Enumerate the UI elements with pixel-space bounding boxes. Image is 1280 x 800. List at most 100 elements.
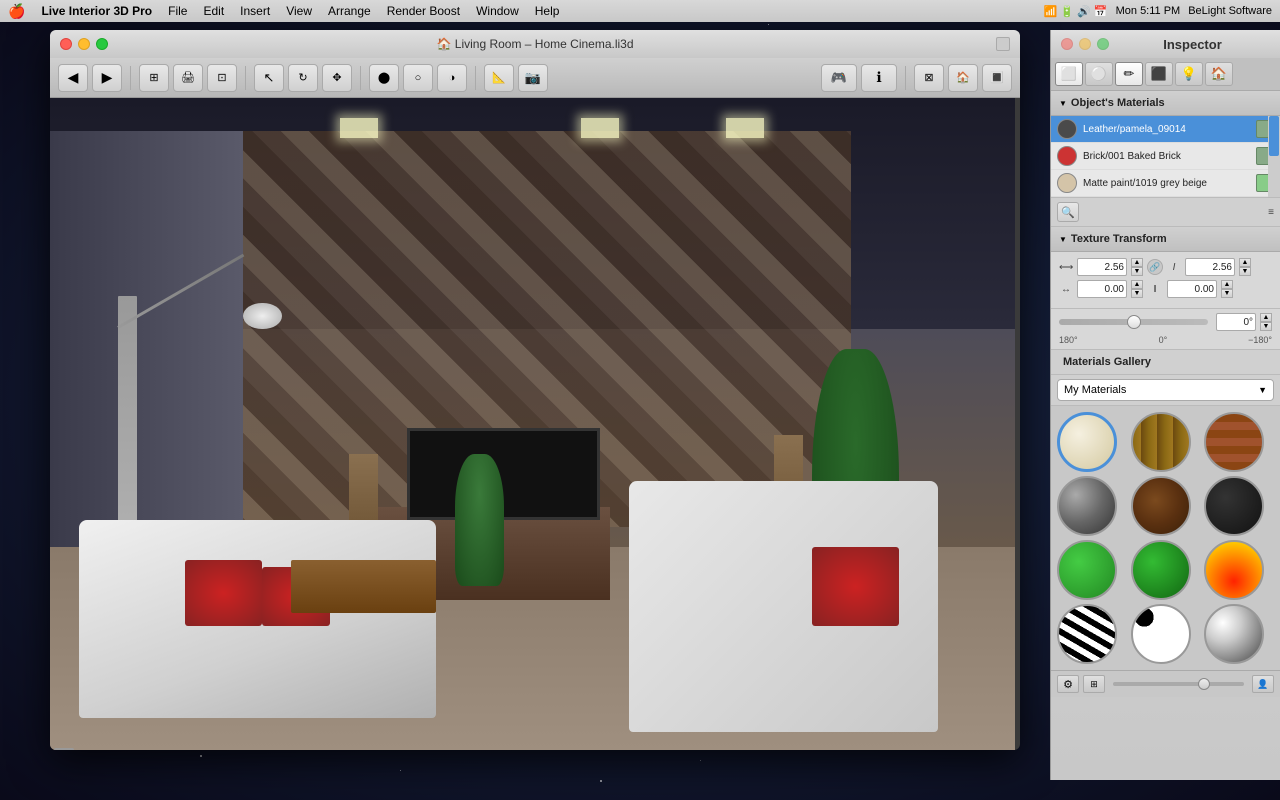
- ceiling-light-3: [726, 118, 765, 138]
- rotation-value-input[interactable]: [1216, 313, 1256, 331]
- gallery-dropdown-value: My Materials: [1064, 384, 1126, 396]
- material-item-1[interactable]: Brick/001 Baked Brick: [1051, 143, 1280, 170]
- info-button[interactable]: ℹ: [861, 64, 897, 92]
- material-name-1: Brick/001 Baked Brick: [1083, 151, 1250, 162]
- rotation-up[interactable]: ▲: [1260, 313, 1272, 322]
- rotation-label-left: 180°: [1059, 335, 1078, 345]
- menu-app-name[interactable]: Live Interior 3D Pro: [41, 4, 152, 18]
- apple-menu[interactable]: 🍎: [8, 3, 25, 20]
- dropdown-arrow-icon: ▼: [1258, 385, 1267, 395]
- material-ball-brick[interactable]: [1204, 412, 1264, 472]
- floor-plan-button[interactable]: ⊞: [139, 64, 169, 92]
- rotation-label-right: −180°: [1248, 335, 1272, 345]
- tab-edit[interactable]: ✏: [1115, 62, 1143, 86]
- material-ball-chrome[interactable]: [1204, 604, 1264, 664]
- tab-texture[interactable]: ⬛: [1145, 62, 1173, 86]
- size-slider[interactable]: [1113, 682, 1244, 686]
- size-slider-thumb[interactable]: [1198, 678, 1210, 690]
- menu-help[interactable]: Help: [535, 4, 560, 18]
- scale-x-up[interactable]: ▲: [1131, 258, 1143, 267]
- offset-y-down[interactable]: ▼: [1221, 289, 1233, 298]
- material-ball-green2[interactable]: [1131, 540, 1191, 600]
- 3d-view-button[interactable]: 🎮: [821, 64, 857, 92]
- menu-file[interactable]: File: [168, 4, 187, 18]
- move-button[interactable]: ✥: [322, 64, 352, 92]
- material-ball-fire[interactable]: [1204, 540, 1264, 600]
- gallery-dropdown[interactable]: My Materials ▼: [1057, 379, 1274, 401]
- tab-sphere[interactable]: ⚪: [1085, 62, 1113, 86]
- arc-lamp-head: [243, 303, 282, 329]
- menu-window[interactable]: Window: [476, 4, 519, 18]
- arc-button[interactable]: ◑: [437, 64, 467, 92]
- scale-x-input[interactable]: [1077, 258, 1127, 276]
- material-ball-metal1[interactable]: [1057, 476, 1117, 536]
- scale-x-down[interactable]: ▼: [1131, 267, 1143, 276]
- viewport-scroll-indicator[interactable]: [54, 748, 74, 750]
- inspector-maximize[interactable]: [1097, 38, 1109, 50]
- tools-menu-icon[interactable]: ≡: [1268, 207, 1274, 218]
- material-ball-wood1[interactable]: [1131, 412, 1191, 472]
- viewport[interactable]: [50, 98, 1015, 750]
- rotation-track[interactable]: [1059, 319, 1208, 325]
- render-button[interactable]: 🖨: [173, 64, 203, 92]
- scale-y-down[interactable]: ▼: [1239, 267, 1251, 276]
- maximize-button[interactable]: [96, 38, 108, 50]
- material-swatch-1: [1057, 146, 1077, 166]
- material-ball-dark[interactable]: [1204, 476, 1264, 536]
- select-button[interactable]: ↖: [254, 64, 284, 92]
- material-ball-wood2[interactable]: [1131, 476, 1191, 536]
- home-view-button[interactable]: 🏠: [948, 64, 978, 92]
- materials-scrollbar[interactable]: [1268, 116, 1280, 197]
- camera-button[interactable]: 📷: [518, 64, 548, 92]
- offset-x-up[interactable]: ▲: [1131, 280, 1143, 289]
- offset-y-up[interactable]: ▲: [1221, 280, 1233, 289]
- scale-link[interactable]: 🔗: [1147, 259, 1163, 275]
- material-ball-dalmatian[interactable]: [1131, 604, 1191, 664]
- material-ball-zebra[interactable]: [1057, 604, 1117, 664]
- rotate-button[interactable]: ↻: [288, 64, 318, 92]
- close-button[interactable]: [60, 38, 72, 50]
- material-ball-green1[interactable]: [1057, 540, 1117, 600]
- eyedropper-tool[interactable]: 🔍: [1057, 202, 1079, 222]
- menu-arrange[interactable]: Arrange: [328, 4, 371, 18]
- offset-y-input[interactable]: [1167, 280, 1217, 298]
- menubar-time: Mon 5:11 PM: [1116, 5, 1181, 17]
- scale-y-stepper: ▲ ▼: [1239, 258, 1251, 276]
- menu-insert[interactable]: Insert: [240, 4, 270, 18]
- rotation-thumb[interactable]: [1127, 315, 1141, 329]
- offset-x-input[interactable]: [1077, 280, 1127, 298]
- tab-light[interactable]: 💡: [1175, 62, 1203, 86]
- materials-list[interactable]: Leather/pamela_09014 Brick/001 Baked Bri…: [1051, 116, 1280, 198]
- material-ball-cream[interactable]: [1057, 412, 1117, 472]
- rotation-down[interactable]: ▼: [1260, 322, 1272, 331]
- inspector-close[interactable]: [1061, 38, 1073, 50]
- inspector-minimize[interactable]: [1079, 38, 1091, 50]
- scale-y-up[interactable]: ▲: [1239, 258, 1251, 267]
- window-resize-handle[interactable]: [996, 37, 1010, 51]
- ceiling-light-1: [340, 118, 379, 138]
- back-button[interactable]: ◀: [58, 64, 88, 92]
- material-item-0[interactable]: Leather/pamela_09014: [1051, 116, 1280, 143]
- person-button[interactable]: 👤: [1252, 675, 1274, 693]
- menu-view[interactable]: View: [286, 4, 312, 18]
- circle-button[interactable]: ○: [403, 64, 433, 92]
- settings-button[interactable]: ⚙: [1057, 675, 1079, 693]
- measure-button[interactable]: 📐: [484, 64, 514, 92]
- minimize-button[interactable]: [78, 38, 90, 50]
- tab-model[interactable]: ⬜: [1055, 62, 1083, 86]
- frame-button[interactable]: ⊠: [914, 64, 944, 92]
- grid-button[interactable]: ⊞: [1083, 675, 1105, 693]
- offset-x-down[interactable]: ▼: [1131, 289, 1143, 298]
- forward-button[interactable]: ▶: [92, 64, 122, 92]
- view-button[interactable]: ⊡: [207, 64, 237, 92]
- tab-scene[interactable]: 🏠: [1205, 62, 1233, 86]
- toolbar-sep-5: [905, 66, 906, 90]
- sphere-button[interactable]: ⬤: [369, 64, 399, 92]
- material-item-2[interactable]: Matte paint/1019 grey beige: [1051, 170, 1280, 197]
- scale-y-input[interactable]: [1185, 258, 1235, 276]
- perspective-button[interactable]: 🔳: [982, 64, 1012, 92]
- menu-edit[interactable]: Edit: [203, 4, 224, 18]
- menu-render-boost[interactable]: Render Boost: [387, 4, 460, 18]
- inspector-title: Inspector: [1163, 37, 1222, 52]
- sofa-pillow-1: [185, 560, 262, 626]
